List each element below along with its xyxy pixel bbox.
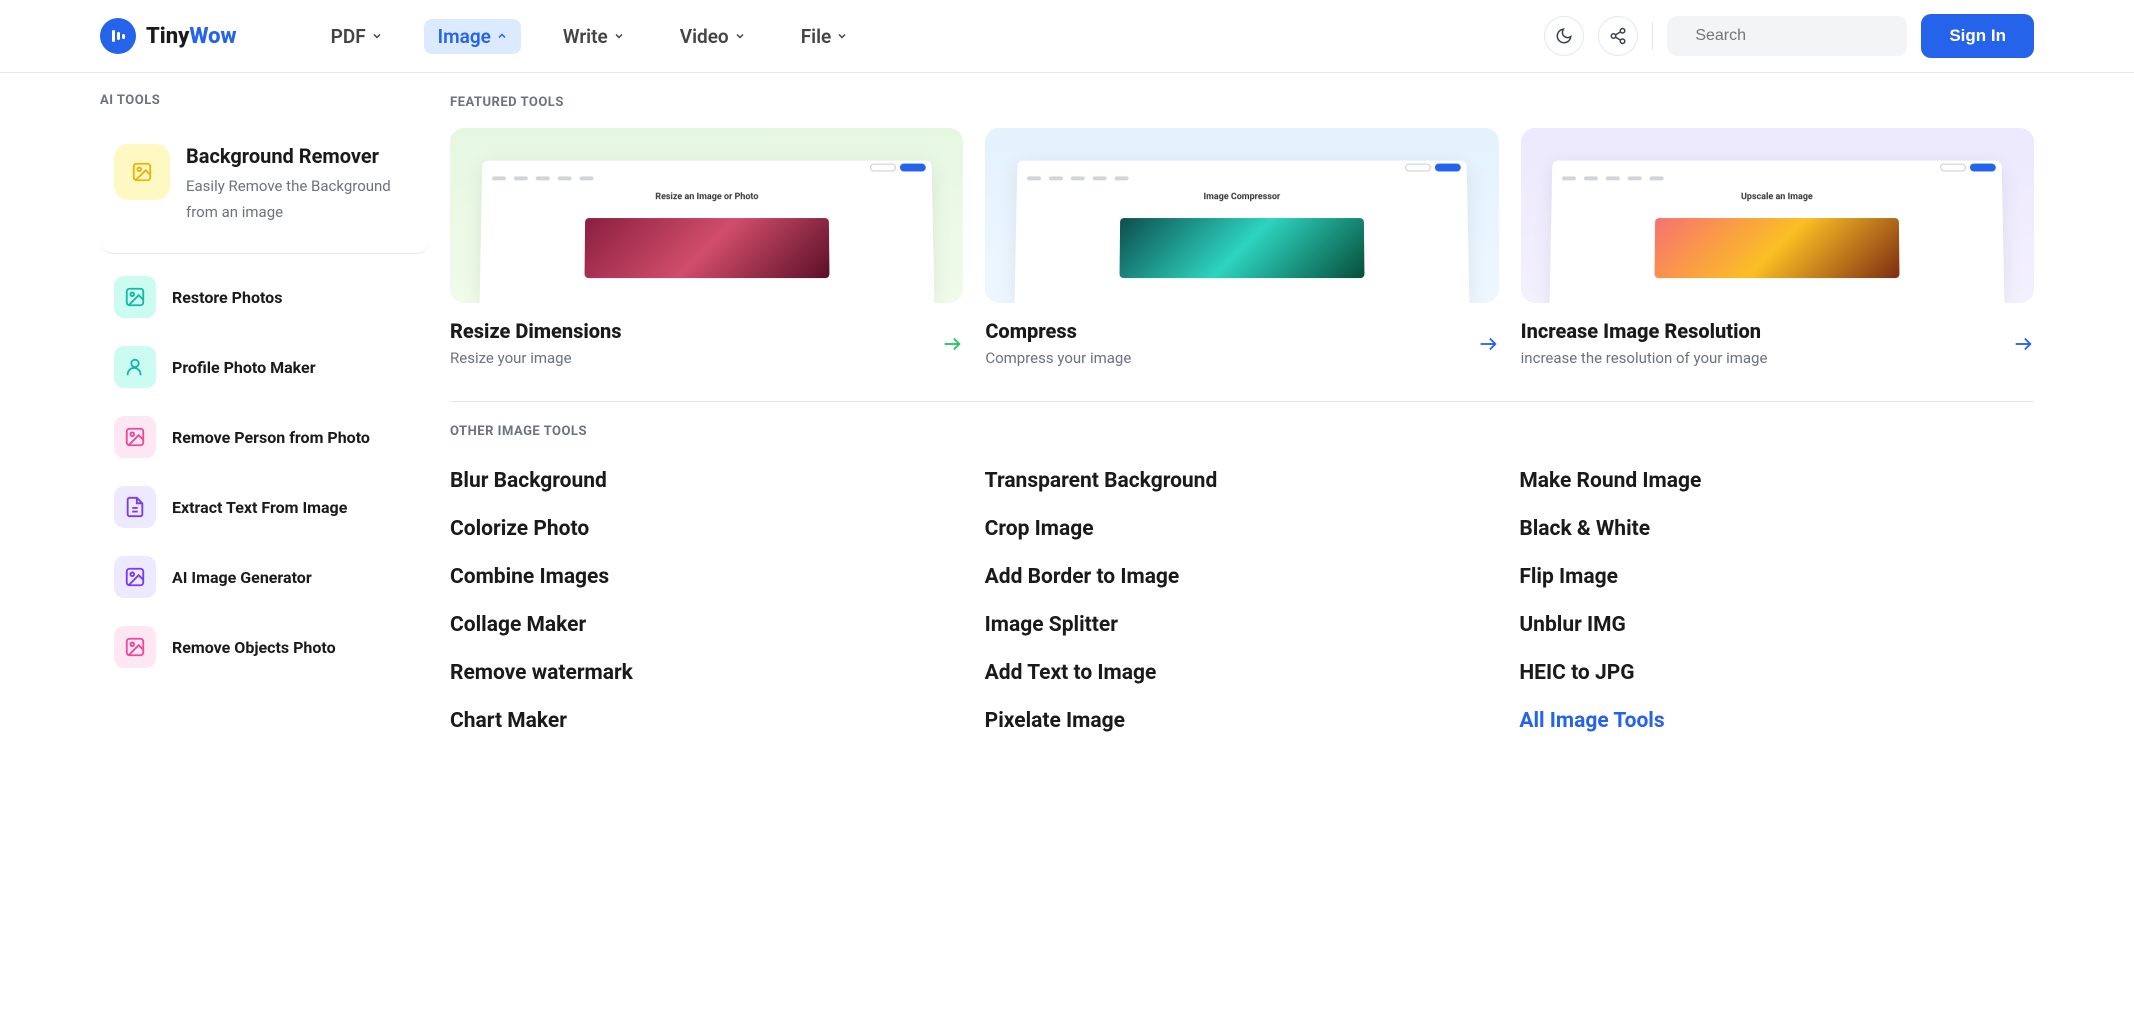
logo[interactable]: TinyWow — [100, 18, 237, 54]
tool-icon — [114, 556, 156, 598]
nav-item-image[interactable]: Image — [424, 19, 521, 54]
nav-label: Write — [563, 25, 608, 48]
other-tool-item[interactable]: Flip Image — [1519, 553, 2034, 601]
other-tool-item[interactable]: HEIC to JPG — [1519, 649, 2034, 697]
arrow-right-icon — [1477, 333, 1499, 355]
other-tool-item[interactable]: Unblur IMG — [1519, 601, 2034, 649]
all-tools-link[interactable]: All Image Tools — [1519, 697, 2034, 745]
ai-tool-item[interactable]: Restore Photos — [100, 262, 430, 332]
other-heading: OTHER IMAGE TOOLS — [450, 424, 2034, 439]
nav-item-pdf[interactable]: PDF — [317, 19, 396, 54]
main-nav: PDF Image Write Video File — [317, 19, 862, 54]
search-box[interactable] — [1667, 16, 1907, 56]
logo-text: TinyWow — [146, 24, 237, 49]
tool-icon — [114, 144, 170, 200]
divider — [450, 401, 2034, 402]
nav-label: PDF — [331, 25, 366, 48]
ai-tool-item[interactable]: Background Remover Easily Remove the Back… — [100, 124, 430, 254]
tool-title: Extract Text From Image — [172, 498, 347, 517]
sidebar: AI TOOLS Background Remover Easily Remove… — [0, 73, 430, 775]
tool-title: AI Image Generator — [172, 568, 312, 587]
nav-label: File — [801, 25, 832, 48]
tool-icon — [114, 276, 156, 318]
tool-icon — [114, 486, 156, 528]
other-tool-item[interactable]: Colorize Photo — [450, 505, 965, 553]
featured-heading: FEATURED TOOLS — [450, 95, 2034, 110]
ai-tool-item[interactable]: Profile Photo Maker — [100, 332, 430, 402]
card-desc: Compress your image — [985, 349, 1131, 367]
tool-icon — [114, 416, 156, 458]
ai-tool-item[interactable]: AI Image Generator — [100, 542, 430, 612]
card-desc: Resize your image — [450, 349, 622, 367]
other-tool-item[interactable]: Black & White — [1519, 505, 2034, 553]
other-tool-item[interactable]: Pixelate Image — [985, 697, 1500, 745]
chevron-down-icon — [372, 31, 382, 41]
card-preview: Upscale an Image — [1521, 128, 2034, 303]
other-tool-item[interactable]: Add Border to Image — [985, 553, 1500, 601]
chevron-down-icon — [837, 31, 847, 41]
other-tool-item[interactable]: Image Splitter — [985, 601, 1500, 649]
tool-desc: Easily Remove the Background from an ima… — [186, 174, 416, 225]
arrow-right-icon — [941, 333, 963, 355]
signin-button[interactable]: Sign In — [1921, 14, 2034, 58]
ai-tool-item[interactable]: Remove Objects Photo — [100, 612, 430, 682]
card-title: Compress — [985, 319, 1131, 343]
logo-mark-icon — [100, 18, 136, 54]
other-tool-item[interactable]: Add Text to Image — [985, 649, 1500, 697]
chevron-up-icon — [497, 31, 507, 41]
header: TinyWow PDF Image Write Video File Sign In — [0, 0, 2134, 73]
share-button[interactable] — [1598, 16, 1638, 56]
card-desc: increase the resolution of your image — [1521, 349, 1768, 367]
card-preview: Image Compressor — [985, 128, 1498, 303]
nav-item-video[interactable]: Video — [666, 19, 759, 54]
theme-toggle-button[interactable] — [1544, 16, 1584, 56]
arrow-right-icon — [2012, 333, 2034, 355]
ai-tool-item[interactable]: Extract Text From Image — [100, 472, 430, 542]
featured-card[interactable]: Upscale an Image Increase Image Resoluti… — [1521, 128, 2034, 367]
main-content: FEATURED TOOLS Resize an Image or Photo … — [430, 73, 2134, 775]
nav-item-file[interactable]: File — [787, 19, 862, 54]
tool-icon — [114, 626, 156, 668]
header-right: Sign In — [1544, 14, 2034, 58]
moon-icon — [1555, 27, 1573, 45]
tool-title: Background Remover — [186, 144, 416, 168]
featured-card[interactable]: Image Compressor Compress Compress your i… — [985, 128, 1498, 367]
share-icon — [1609, 27, 1627, 45]
tool-title: Remove Objects Photo — [172, 638, 336, 657]
featured-card[interactable]: Resize an Image or Photo Resize Dimensio… — [450, 128, 963, 367]
chevron-down-icon — [735, 31, 745, 41]
nav-label: Image — [438, 25, 491, 48]
other-tool-item[interactable]: Chart Maker — [450, 697, 965, 745]
tool-title: Remove Person from Photo — [172, 428, 370, 447]
other-tool-item[interactable]: Combine Images — [450, 553, 965, 601]
nav-label: Video — [680, 25, 729, 48]
tool-title: Profile Photo Maker — [172, 358, 316, 377]
ai-tool-item[interactable]: Remove Person from Photo — [100, 402, 430, 472]
divider — [1652, 22, 1653, 50]
search-input[interactable] — [1695, 27, 1902, 45]
other-tool-item[interactable]: Transparent Background — [985, 457, 1500, 505]
other-tool-item[interactable]: Collage Maker — [450, 601, 965, 649]
card-title: Increase Image Resolution — [1521, 319, 1768, 343]
sidebar-heading: AI TOOLS — [100, 93, 430, 108]
card-preview: Resize an Image or Photo — [450, 128, 963, 303]
tool-title: Restore Photos — [172, 288, 282, 307]
other-tool-item[interactable]: Make Round Image — [1519, 457, 2034, 505]
nav-item-write[interactable]: Write — [549, 19, 638, 54]
other-tool-item[interactable]: Crop Image — [985, 505, 1500, 553]
other-tool-item[interactable]: Remove watermark — [450, 649, 965, 697]
tool-icon — [114, 346, 156, 388]
chevron-down-icon — [614, 31, 624, 41]
other-tool-item[interactable]: Blur Background — [450, 457, 965, 505]
card-title: Resize Dimensions — [450, 319, 622, 343]
